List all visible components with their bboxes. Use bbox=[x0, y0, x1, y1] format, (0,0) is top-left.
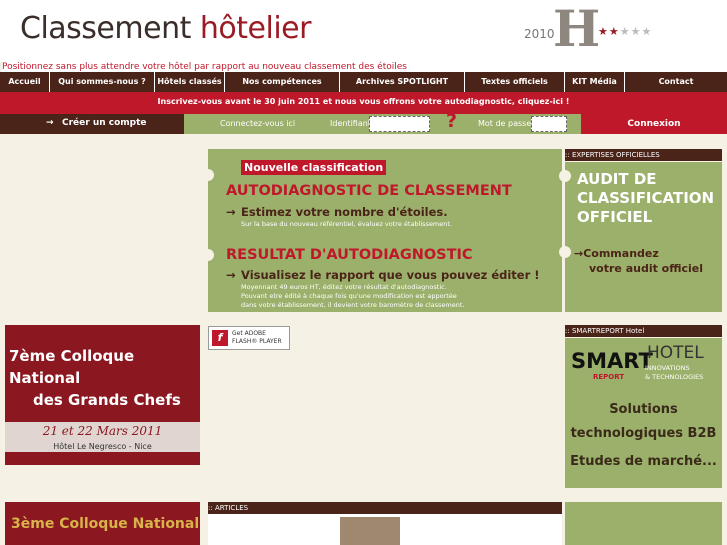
smart-hotel: HOTEL bbox=[647, 343, 704, 363]
articles-panel bbox=[208, 514, 562, 545]
smartreport-header: :: SMARTREPORT Hotel bbox=[565, 325, 722, 337]
colloque-date-box: 21 et 22 Mars 2011 Hôtel Le Negresco - N… bbox=[5, 422, 200, 452]
site-logo[interactable]: Classement hôtelier bbox=[20, 11, 311, 46]
right-bottom-banner[interactable] bbox=[565, 502, 722, 545]
articles-header: :: ARTICLES bbox=[208, 502, 562, 514]
decor-dot bbox=[202, 249, 214, 261]
commandez-cta[interactable]: →Commandez votre audit officiel bbox=[574, 246, 703, 276]
connexion-button[interactable]: Connexion bbox=[581, 114, 727, 134]
smart-sub1: INNOVATIONS bbox=[645, 364, 690, 372]
cta-line: Commandez bbox=[583, 247, 659, 260]
flash-icon: f bbox=[212, 330, 228, 346]
password-input[interactable] bbox=[531, 116, 567, 132]
colloque-title: 7ème Colloque National des Grands Chefs bbox=[9, 345, 200, 411]
audit-title: AUDIT DE CLASSIFICATION OFFICIEL bbox=[577, 170, 714, 227]
colloque-line: des Grands Chefs bbox=[33, 391, 181, 409]
resultat-text-3: dans votre établissement, il devient vot… bbox=[241, 301, 465, 309]
smart-line: Etudes de marché... bbox=[570, 454, 717, 469]
resultat-text-1: Moyennant 49 euros HT, éditez votre résu… bbox=[241, 283, 447, 291]
autodiagnostic-heading: AUTODIAGNOSTIC DE CLASSEMENT bbox=[226, 183, 512, 199]
arrow-right-icon: → bbox=[226, 268, 236, 282]
decor-dot bbox=[559, 246, 571, 258]
logo-stars-icon: ★★★★★ bbox=[598, 25, 653, 38]
audit-title-line: AUDIT DE bbox=[577, 170, 657, 188]
create-account-button[interactable]: → Créer un compte bbox=[0, 114, 184, 134]
logo-h-emblem: H bbox=[553, 0, 601, 58]
nav-hotels-classes[interactable]: Hôtels classés bbox=[155, 72, 225, 92]
audit-officiel-banner[interactable]: AUDIT DE CLASSIFICATION OFFICIEL →Comman… bbox=[559, 162, 722, 312]
connect-here-label: Connectez-vous ici bbox=[220, 119, 296, 128]
logo-main: Classement bbox=[20, 11, 191, 46]
nav-textes-officiels[interactable]: Textes officiels bbox=[465, 72, 565, 92]
identifiant-input[interactable] bbox=[369, 116, 430, 132]
colloque-line: 7ème Colloque National bbox=[9, 347, 135, 387]
colloque-date: 21 et 22 Mars 2011 bbox=[42, 424, 163, 438]
nav-archives-spotlight[interactable]: Archives SPOTLIGHT bbox=[340, 72, 465, 92]
expertises-header: :: EXPERTISES OFFICIELLES bbox=[565, 149, 722, 161]
help-icon[interactable]: ? bbox=[446, 111, 457, 131]
nav-qui-sommes-nous[interactable]: Qui sommes-nous ? bbox=[50, 72, 155, 92]
audit-title-line: OFFICIEL bbox=[577, 208, 653, 226]
decor-dot bbox=[202, 169, 214, 181]
flash-name-label: FLASH® PLAYER bbox=[232, 338, 282, 345]
audit-title-line: CLASSIFICATION bbox=[577, 189, 715, 207]
visualisez-subheading: Visualisez le rapport que vous pouvez éd… bbox=[241, 268, 540, 282]
nav-kit-media[interactable]: KIT Média bbox=[565, 72, 625, 92]
password-label: Mot de passe : bbox=[478, 119, 537, 128]
logo-year: 2010 bbox=[524, 27, 555, 41]
smart-line: Solutions bbox=[609, 402, 678, 417]
flash-get-label: Get ADOBE bbox=[232, 330, 266, 337]
nav-accueil[interactable]: Accueil bbox=[0, 72, 50, 92]
smartreport-banner[interactable]: SMART REPORT HOTEL INNOVATIONS & TECHNOL… bbox=[565, 338, 722, 488]
promo-banner[interactable]: Inscrivez-vous avant le 30 juin 2011 et … bbox=[0, 92, 727, 114]
nouvelle-classification-badge: Nouvelle classification bbox=[241, 160, 387, 175]
create-account-label: Créer un compte bbox=[62, 118, 147, 128]
article-photo[interactable] bbox=[340, 517, 400, 545]
get-flash-player-badge[interactable]: f Get ADOBE FLASH® PLAYER bbox=[208, 326, 290, 350]
decor-dot bbox=[559, 170, 571, 182]
colloque-banner-2[interactable]: 3ème Colloque National bbox=[5, 502, 200, 545]
colloque2-title: 3ème Colloque National bbox=[11, 516, 200, 532]
arrow-right-icon: → bbox=[46, 118, 54, 128]
smart-sub2: & TECHNOLOGIES bbox=[645, 373, 704, 381]
autodiagnostic-banner[interactable]: Nouvelle classification AUTODIAGNOSTIC D… bbox=[202, 149, 562, 312]
smart-line: technologiques B2B bbox=[570, 426, 717, 441]
estimez-subheading: Estimez votre nombre d'étoiles. bbox=[241, 205, 448, 219]
tagline: Positionnez sans plus attendre votre hôt… bbox=[2, 62, 727, 72]
estimez-text: Sur la base du nouveau référentiel, éval… bbox=[241, 220, 453, 228]
colloque-place: Hôtel Le Negresco - Nice bbox=[53, 442, 152, 451]
header: Classement hôtelier 2010 H ★★★★★ bbox=[0, 0, 727, 62]
smart-brand: SMART bbox=[571, 349, 653, 373]
nav-contact[interactable]: Contact bbox=[625, 72, 727, 92]
main-nav: Accueil Qui sommes-nous ? Hôtels classés… bbox=[0, 72, 727, 92]
resultat-heading: RESULTAT D'AUTODIAGNOSTIC bbox=[226, 247, 473, 263]
resultat-text-2: Pouvant etre édité à chaque fois qu'une … bbox=[241, 292, 457, 300]
arrow-right-icon: → bbox=[574, 247, 584, 260]
logo-accent: hôtelier bbox=[199, 11, 312, 46]
arrow-right-icon: → bbox=[226, 205, 236, 219]
nav-nos-competences[interactable]: Nos compétences bbox=[225, 72, 340, 92]
login-form: Connectez-vous ici Identifiant : ? Mot d… bbox=[184, 111, 581, 134]
cta-line: votre audit officiel bbox=[589, 262, 704, 275]
colloque-grands-chefs-banner[interactable]: 7ème Colloque National des Grands Chefs … bbox=[5, 325, 200, 465]
smart-report: REPORT bbox=[593, 373, 625, 381]
